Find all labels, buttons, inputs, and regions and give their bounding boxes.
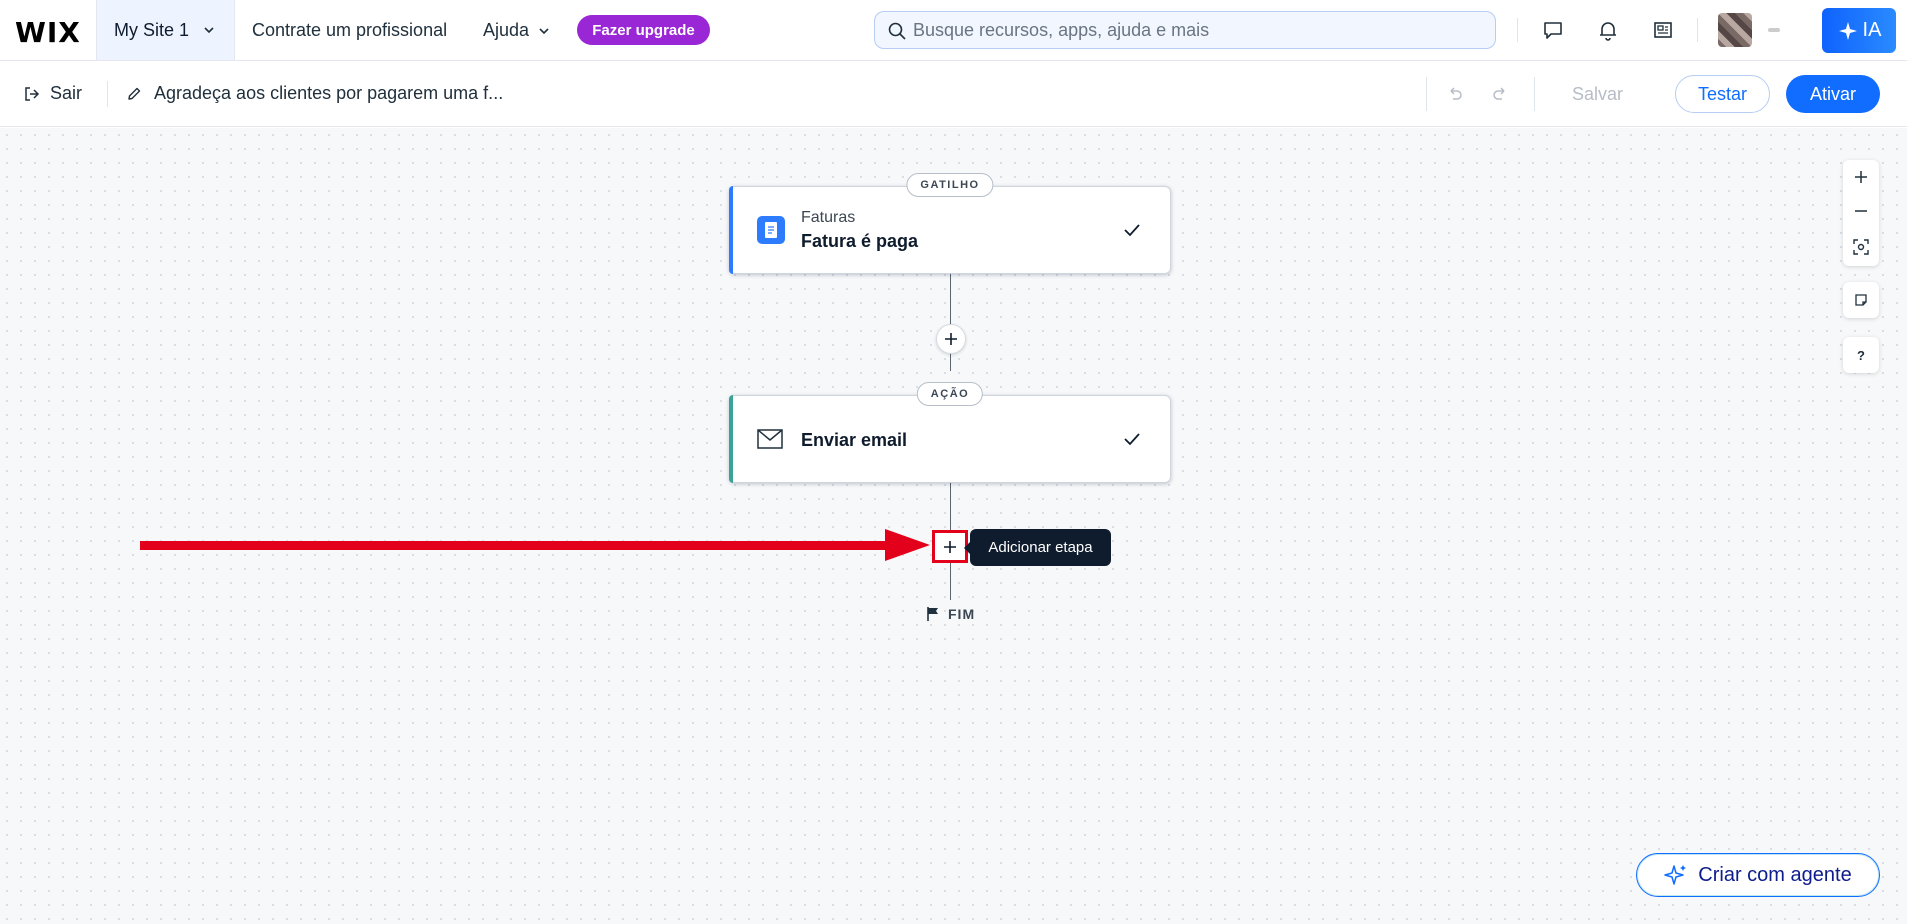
add-step-button-highlighted[interactable] [932,530,968,563]
add-step-tooltip: Adicionar etapa [964,529,1111,566]
divider [1534,77,1535,111]
exit-button[interactable]: Sair [24,83,82,104]
check-icon [1124,433,1140,446]
create-with-agent-button[interactable]: Criar com agente [1636,853,1880,897]
divider [1426,77,1427,111]
hire-professional-link[interactable]: Contrate um profissional [252,20,447,41]
trigger-title: Fatura é paga [801,231,919,251]
fit-to-screen-button[interactable] [1843,230,1879,264]
trigger-step-card[interactable]: GATILHO Faturas Fatura é paga [729,173,1171,274]
help-menu-label: Ajuda [483,20,530,40]
action-step-card[interactable]: AÇÃO Enviar email [729,382,1171,483]
chat-icon[interactable] [1539,16,1567,44]
chevron-down-icon [204,27,214,34]
zoom-in-button[interactable] [1843,160,1879,194]
action-tag: AÇÃO [916,382,984,406]
trigger-tag: GATILHO [906,173,994,197]
add-step-button[interactable] [936,324,966,354]
divider [1517,18,1518,42]
save-button[interactable]: Salvar [1572,84,1623,105]
activate-button[interactable]: Ativar [1786,75,1880,113]
news-icon[interactable] [1649,16,1677,44]
chevron-down-icon [539,27,549,34]
automation-toolbar: Sair Agradeça aos clientes por pagarem u… [0,61,1907,127]
notifications-bell-icon[interactable] [1594,16,1622,44]
minus-icon [1855,210,1867,212]
focus-icon [1853,239,1869,255]
invoice-icon [757,216,785,244]
top-bar: WIX My Site 1 Contrate um profissional A… [0,0,1907,61]
envelope-icon [757,429,783,449]
plus-icon [944,540,956,553]
ai-assistant-button[interactable]: IA [1822,8,1896,53]
site-switcher[interactable]: My Site 1 [96,0,235,60]
card-accent [729,186,733,274]
sparkle-icon [1838,21,1857,40]
note-icon [1855,294,1867,306]
end-label: FIM [948,606,976,622]
sparkle-icon [1664,865,1687,885]
site-name: My Site 1 [114,19,190,40]
zoom-out-button[interactable] [1843,194,1879,228]
avatar[interactable] [1718,13,1752,47]
plus-icon [1855,171,1867,183]
flow-end-marker: FIM [926,606,975,622]
search-input[interactable] [913,12,1483,48]
create-with-agent-label: Criar com agente [1698,863,1852,886]
automation-name[interactable]: Agradeça aos clientes por pagarem uma f.… [126,83,503,104]
upgrade-button[interactable]: Fazer upgrade [577,15,710,45]
action-title: Enviar email [801,430,908,450]
automation-name-text: Agradeça aos clientes por pagarem uma f.… [154,83,504,103]
help-menu[interactable]: Ajuda [483,20,551,41]
search-icon [888,22,906,40]
notes-button[interactable] [1843,282,1879,318]
card-accent [729,395,733,483]
check-icon [1124,224,1140,237]
trigger-app-name: Faturas [801,209,856,226]
exit-label: Sair [50,83,83,103]
ai-button-label: IA [1862,19,1882,41]
zoom-controls [1843,160,1879,266]
exit-icon [25,86,40,101]
undo-icon[interactable] [1443,82,1467,106]
search-box [874,11,1496,49]
connector-line [950,273,951,371]
account-menu-indicator[interactable] [1768,28,1780,32]
redo-icon[interactable] [1488,82,1512,106]
test-button[interactable]: Testar [1675,75,1770,113]
plus-icon [945,333,957,345]
pencil-icon [128,87,141,100]
wix-logo[interactable]: WIX [15,16,81,49]
annotation-arrow-icon [140,529,930,561]
divider [107,81,108,107]
flag-icon [927,607,938,621]
divider [1697,18,1698,42]
help-button[interactable]: ? [1843,337,1879,373]
